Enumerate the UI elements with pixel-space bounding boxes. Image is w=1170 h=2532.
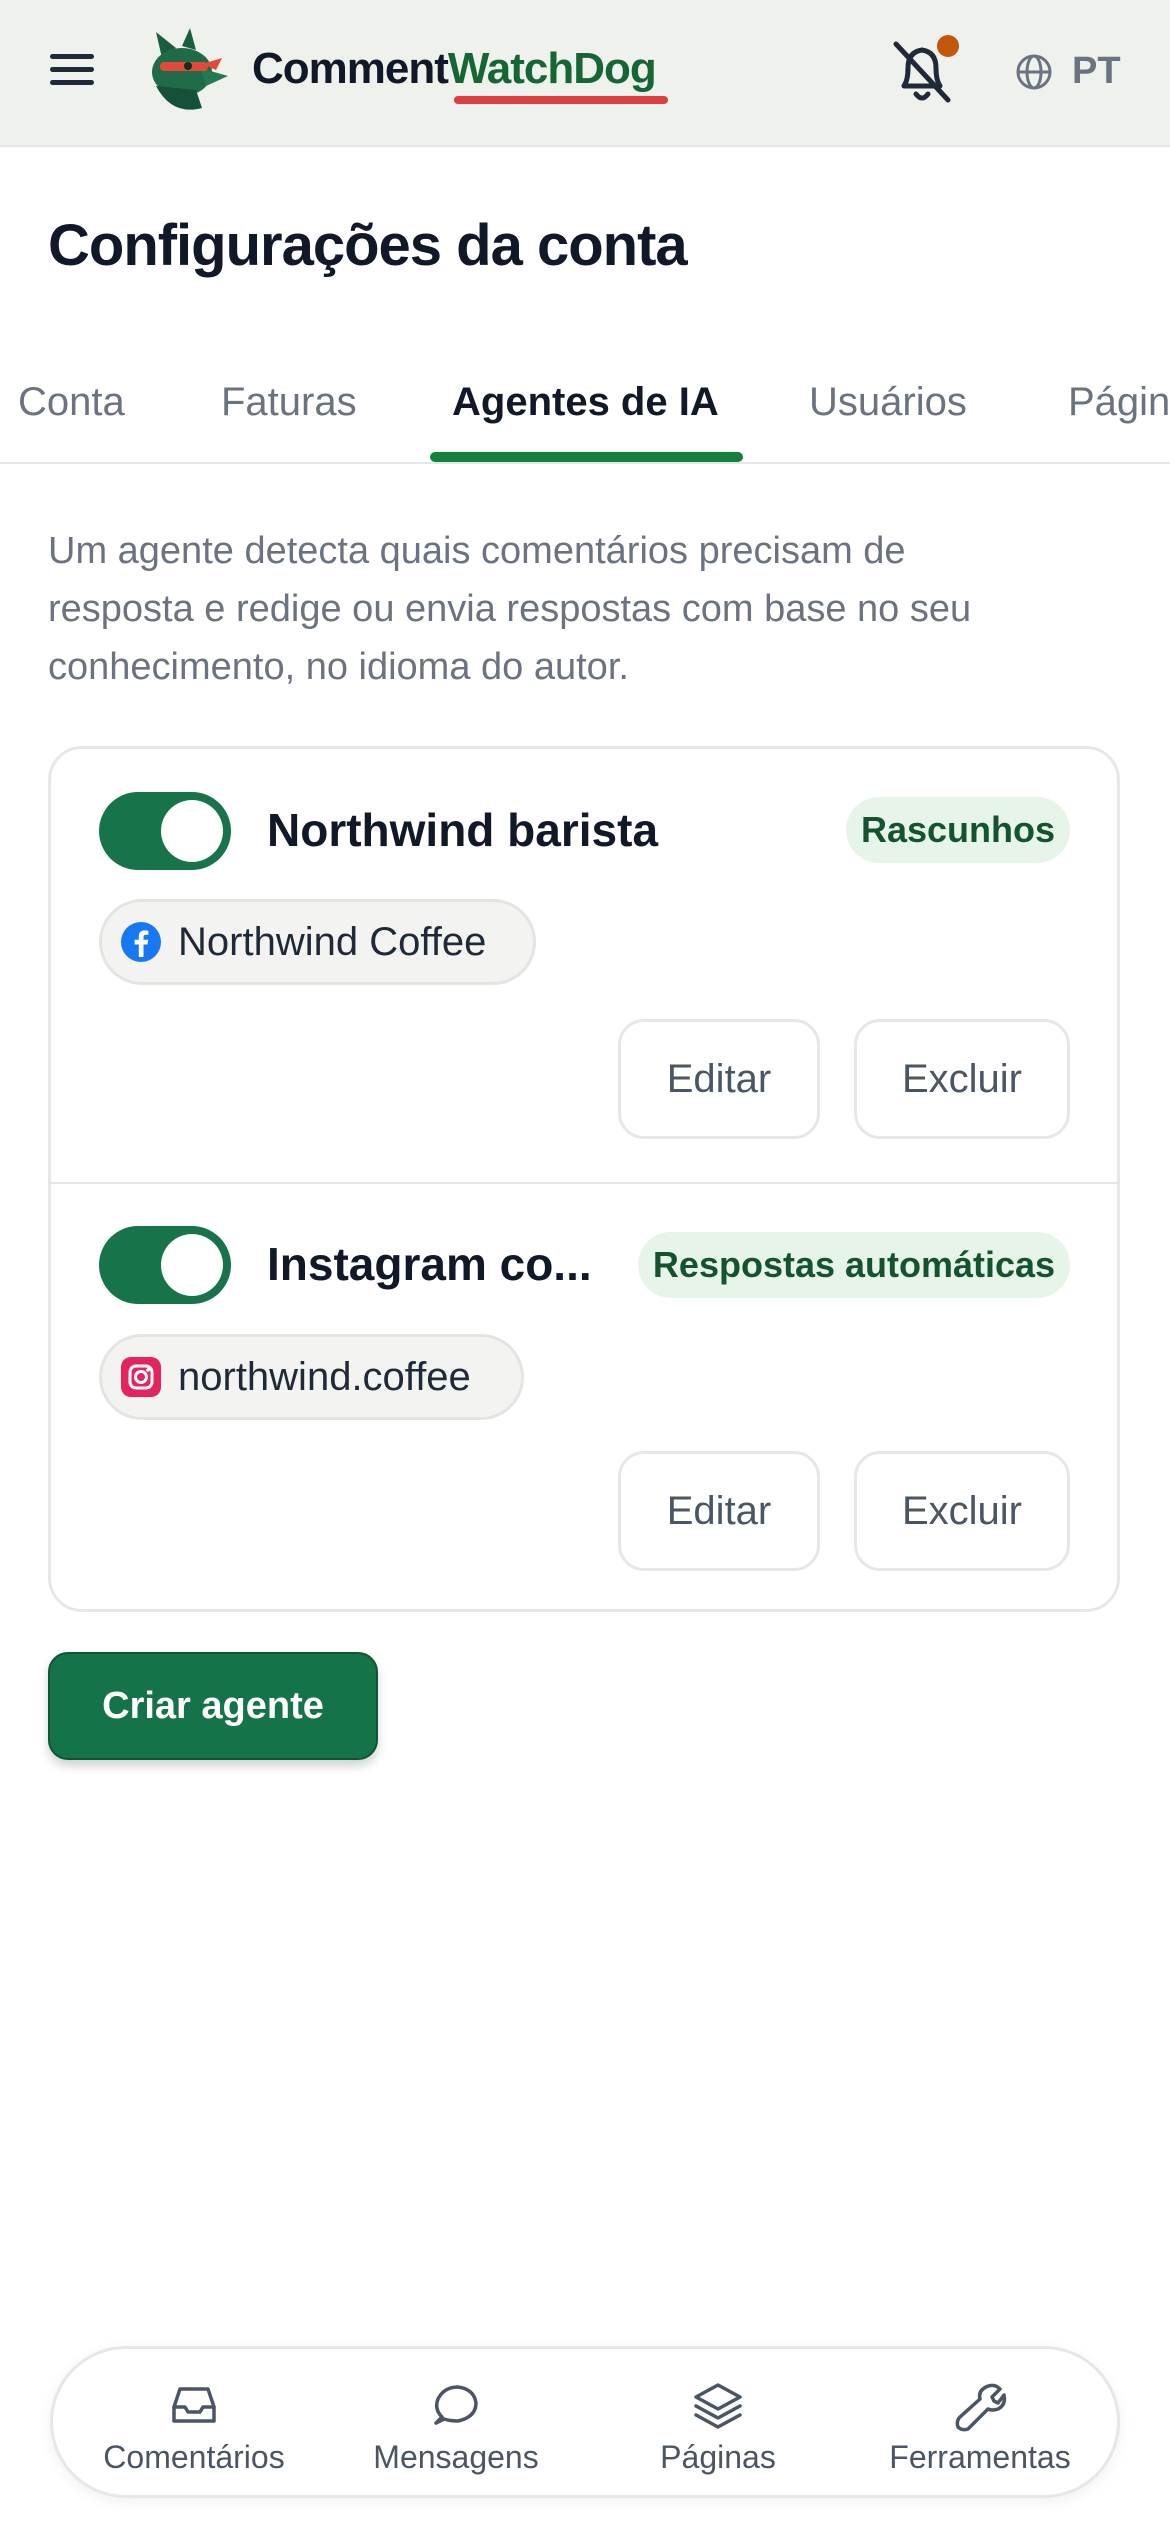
section-description: Um agente detecta quais comentários prec… [48, 530, 972, 688]
settings-tabs: Conta Faturas Agentes de IA Usuários Pág… [0, 370, 1170, 464]
edit-button[interactable]: Editar [618, 1451, 820, 1571]
tab-faturas[interactable]: Faturas [221, 380, 357, 425]
nav-item-mensagens[interactable]: Mensagens [331, 2377, 581, 2476]
edit-button[interactable]: Editar [618, 1019, 820, 1139]
page-name: northwind.coffee [178, 1354, 471, 1399]
page-name: Northwind Coffee [178, 919, 487, 964]
nav-label: Ferramentas [889, 2439, 1071, 2475]
language-selector[interactable]: PT [1072, 50, 1121, 93]
notification-dot [937, 35, 959, 57]
mode-badge: Rascunhos [846, 797, 1070, 863]
agent-name: Instagram co... [267, 1238, 592, 1290]
top-app-bar: CommentWatchDog PT [0, 0, 1170, 147]
chat-bubble-icon [434, 2385, 478, 2425]
brand-name[interactable]: CommentWatchDog [252, 44, 657, 94]
facebook-icon [121, 922, 161, 962]
delete-button[interactable]: Excluir [854, 1451, 1070, 1571]
page-title: Configurações da conta [48, 213, 688, 278]
tab-conta[interactable]: Conta [18, 380, 125, 425]
nav-item-comentarios[interactable]: Comentários [69, 2377, 319, 2476]
page-chip[interactable]: northwind.coffee [99, 1334, 524, 1420]
agent-toggle[interactable] [99, 792, 231, 870]
tab-paginas[interactable]: Págin [1068, 380, 1170, 425]
mode-badge: Respostas automáticas [638, 1232, 1070, 1298]
agent-toggle[interactable] [99, 1226, 231, 1304]
tab-agentes-de-ia[interactable]: Agentes de IA [452, 380, 719, 425]
agent-divider [50, 1182, 1118, 1184]
bottom-navigation: Comentários Mensagens Páginas Ferramenta… [50, 2346, 1120, 2498]
create-agent-button[interactable]: Criar agente [48, 1652, 378, 1760]
agent-name: Northwind barista [267, 804, 659, 856]
brand-name-part1: Comment [252, 44, 449, 93]
active-tab-indicator [430, 452, 743, 462]
nav-item-paginas[interactable]: Páginas [593, 2377, 843, 2476]
page-chip[interactable]: Northwind Coffee [99, 899, 536, 985]
brand-underline [454, 96, 668, 104]
nav-label: Comentários [103, 2439, 285, 2475]
wrench-icon [955, 2383, 1007, 2432]
nav-label: Páginas [660, 2439, 776, 2475]
globe-icon[interactable] [1014, 52, 1054, 92]
brand-name-part2: WatchDog [447, 44, 657, 93]
instagram-icon [121, 1357, 161, 1397]
layers-icon [694, 2383, 742, 2429]
inbox-icon [172, 2387, 216, 2423]
menu-icon[interactable] [50, 48, 110, 98]
delete-button[interactable]: Excluir [854, 1019, 1070, 1139]
dog-logo-icon [152, 28, 228, 110]
tab-usuarios[interactable]: Usuários [809, 380, 967, 425]
nav-label: Mensagens [373, 2439, 539, 2475]
nav-item-ferramentas[interactable]: Ferramentas [855, 2377, 1105, 2476]
